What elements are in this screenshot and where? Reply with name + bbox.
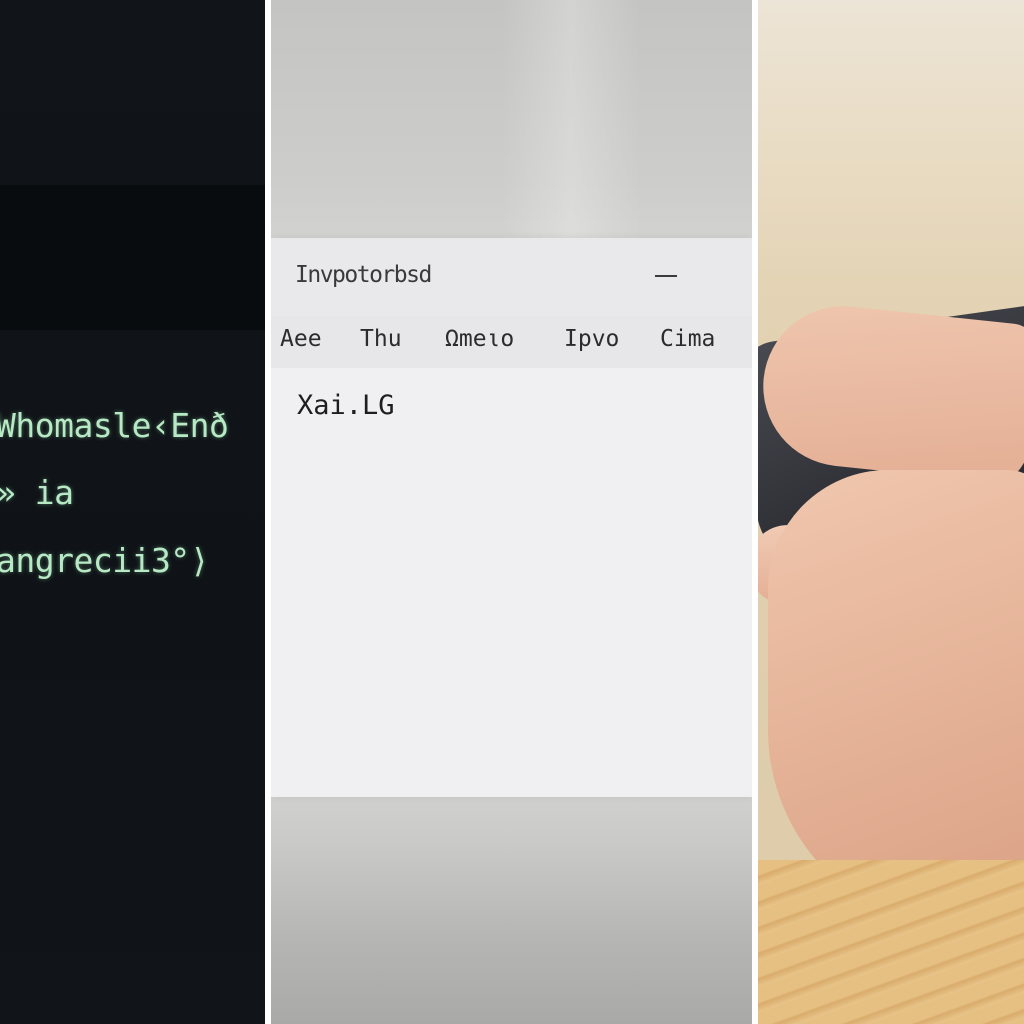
menu-item[interactable]: Cima: [660, 326, 715, 352]
window-titlebar: Invpotorbsd: [271, 238, 752, 316]
terminal-titlebar: [0, 185, 265, 330]
menu-item[interactable]: Aee: [280, 326, 322, 352]
minimize-button[interactable]: [649, 258, 683, 292]
wooden-desk: [758, 860, 1024, 1024]
menu-item[interactable]: Ιpvo: [564, 326, 619, 352]
menu-item[interactable]: Thu: [360, 326, 402, 352]
editor-content: Xai.LG: [297, 390, 395, 421]
terminal-line: Whomasle‹Enð: [0, 406, 229, 445]
window-title: Invpotorbsd: [295, 262, 432, 288]
editor-window: Invpotorbsd Aee Thu Ωmeιo Ιpvo Cima Xai.…: [271, 238, 752, 797]
terminal-line: angrecii3°⟩: [0, 541, 210, 580]
menu-item[interactable]: Ωmeιo: [445, 326, 514, 352]
background-blur: [501, 0, 641, 240]
minimize-icon: [655, 275, 677, 277]
hands-typing-photo: [758, 0, 1024, 1024]
terminal-panel: Whomasle‹Enð » ia angrecii3°⟩: [0, 0, 265, 1024]
editor-text-area[interactable]: Xai.LG: [271, 368, 752, 797]
editor-panel: Invpotorbsd Aee Thu Ωmeιo Ιpvo Cima Xai.…: [271, 0, 752, 1024]
terminal-line: » ia: [0, 473, 74, 512]
